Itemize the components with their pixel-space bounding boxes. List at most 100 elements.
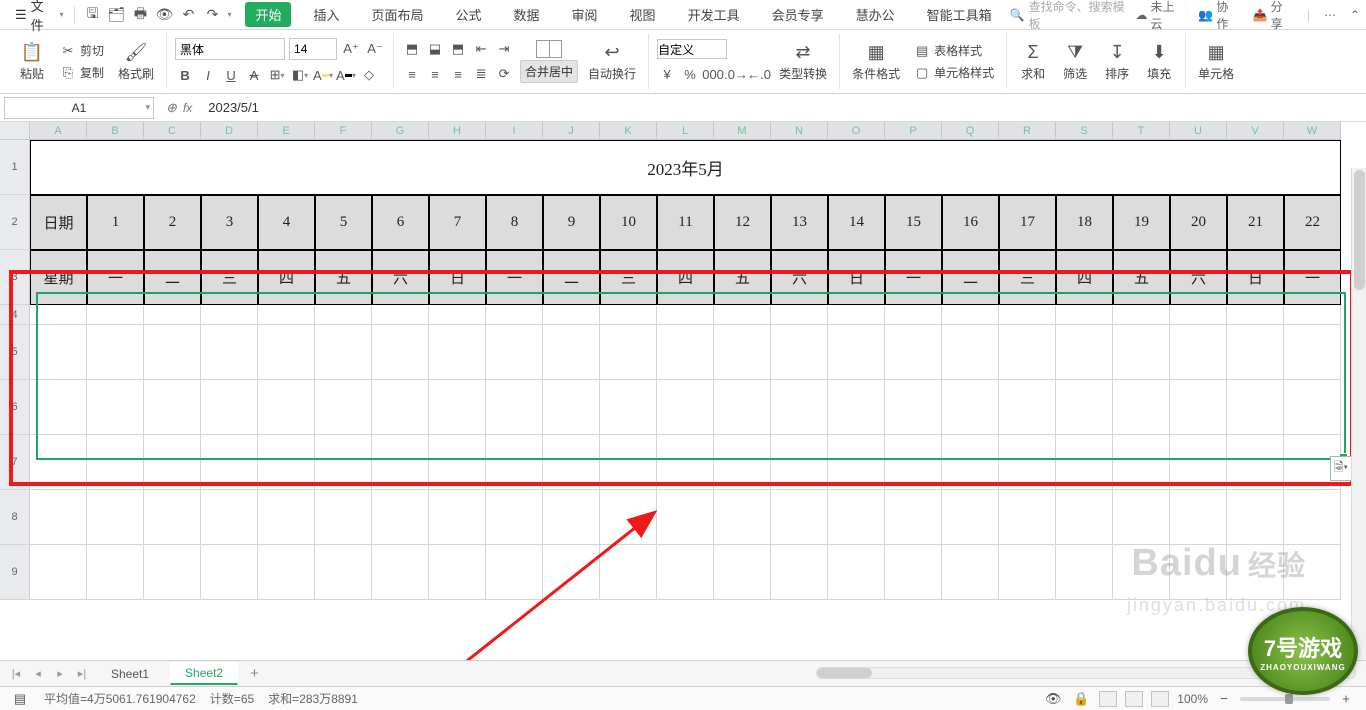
row-header[interactable]: 4: [0, 305, 30, 325]
cell[interactable]: 五: [315, 250, 372, 305]
cell[interactable]: 15: [885, 195, 942, 250]
cell[interactable]: [942, 305, 999, 325]
cell[interactable]: [828, 435, 885, 490]
cell[interactable]: 19: [1113, 195, 1170, 250]
cell[interactable]: [657, 490, 714, 545]
cell[interactable]: [486, 545, 543, 600]
cell[interactable]: [372, 380, 429, 435]
cell[interactable]: [258, 545, 315, 600]
cell[interactable]: 3: [201, 195, 258, 250]
wrap-text-button[interactable]: ↩自动换行: [584, 40, 640, 84]
cell[interactable]: [429, 490, 486, 545]
row-header[interactable]: 8: [0, 490, 30, 545]
tab-smarttools[interactable]: 智能工具箱: [917, 1, 1002, 28]
cell[interactable]: 二: [942, 250, 999, 305]
cell[interactable]: [1056, 545, 1113, 600]
cell[interactable]: [828, 490, 885, 545]
cell[interactable]: [1284, 325, 1341, 380]
cell[interactable]: [600, 305, 657, 325]
share-button[interactable]: 📤分享: [1253, 0, 1293, 32]
cell[interactable]: [372, 545, 429, 600]
align-bottom-icon[interactable]: ⬒: [448, 39, 468, 59]
column-header[interactable]: W: [1284, 122, 1341, 140]
cell[interactable]: 16: [942, 195, 999, 250]
indent-decrease-icon[interactable]: ⇤: [471, 39, 491, 59]
cell[interactable]: [201, 325, 258, 380]
view-pagelayout-icon[interactable]: [1125, 691, 1143, 707]
align-right-icon[interactable]: ≡: [448, 64, 468, 84]
cell[interactable]: [201, 435, 258, 490]
percent-icon[interactable]: %: [680, 64, 700, 84]
cell[interactable]: [1113, 435, 1170, 490]
cell[interactable]: [771, 380, 828, 435]
sum-button[interactable]: Σ求和: [1015, 40, 1051, 84]
cell[interactable]: [315, 380, 372, 435]
cell[interactable]: [30, 545, 87, 600]
cell[interactable]: [486, 325, 543, 380]
cell[interactable]: [30, 435, 87, 490]
sheet-tab-1[interactable]: Sheet1: [96, 663, 164, 685]
command-search[interactable]: 🔍 查找命令、搜索模板: [1010, 0, 1134, 32]
cell[interactable]: [30, 325, 87, 380]
strikethrough-icon[interactable]: A: [244, 65, 264, 85]
cell[interactable]: [429, 545, 486, 600]
cell[interactable]: 20: [1170, 195, 1227, 250]
fill-button[interactable]: ⬇填充: [1141, 40, 1177, 84]
distribute-icon[interactable]: ≣: [471, 64, 491, 84]
cloud-button[interactable]: ☁未上云: [1136, 0, 1185, 32]
row-header[interactable]: 5: [0, 325, 30, 380]
coop-button[interactable]: 👥协作: [1198, 0, 1238, 32]
cell[interactable]: 三: [201, 250, 258, 305]
align-middle-icon[interactable]: ⬓: [425, 39, 445, 59]
cell[interactable]: 六: [372, 250, 429, 305]
cell[interactable]: 6: [372, 195, 429, 250]
cell[interactable]: [144, 545, 201, 600]
decrease-font-icon[interactable]: A⁻: [365, 39, 385, 59]
cell[interactable]: 8: [486, 195, 543, 250]
cell[interactable]: [1113, 380, 1170, 435]
column-header[interactable]: R: [999, 122, 1056, 140]
cell[interactable]: [1284, 305, 1341, 325]
cell[interactable]: [372, 305, 429, 325]
cell[interactable]: [999, 435, 1056, 490]
cell[interactable]: [657, 380, 714, 435]
cell[interactable]: [201, 380, 258, 435]
cell[interactable]: [429, 380, 486, 435]
column-header[interactable]: T: [1113, 122, 1170, 140]
cell[interactable]: [771, 435, 828, 490]
row-header[interactable]: 2: [0, 195, 30, 250]
status-menu-icon[interactable]: ▤: [10, 689, 30, 709]
cell[interactable]: [771, 325, 828, 380]
cell[interactable]: [429, 435, 486, 490]
cell[interactable]: [1227, 305, 1284, 325]
cell[interactable]: [657, 305, 714, 325]
cell[interactable]: 一: [87, 250, 144, 305]
font-color-icon[interactable]: A▾: [336, 65, 356, 85]
indent-increase-icon[interactable]: ⇥: [494, 39, 514, 59]
cell[interactable]: [1170, 380, 1227, 435]
cell[interactable]: [30, 490, 87, 545]
align-center-icon[interactable]: ≡: [425, 64, 445, 84]
cells-button[interactable]: ▦单元格: [1194, 40, 1238, 84]
cell[interactable]: [315, 435, 372, 490]
clear-format-icon[interactable]: ◇: [359, 65, 379, 85]
cell[interactable]: [1227, 325, 1284, 380]
cell-style-button[interactable]: ▢单元格样式: [910, 63, 998, 82]
border-icon[interactable]: ⊞▾: [267, 65, 287, 85]
cell[interactable]: 三: [999, 250, 1056, 305]
cell[interactable]: [1284, 490, 1341, 545]
cell[interactable]: [1056, 490, 1113, 545]
cell[interactable]: [1170, 490, 1227, 545]
column-header[interactable]: B: [87, 122, 144, 140]
cell[interactable]: [999, 380, 1056, 435]
formula-bar[interactable]: 2023/5/1: [200, 100, 1366, 115]
cell[interactable]: [999, 545, 1056, 600]
cell[interactable]: [885, 305, 942, 325]
cell[interactable]: 四: [1056, 250, 1113, 305]
column-header[interactable]: P: [885, 122, 942, 140]
cell[interactable]: [543, 545, 600, 600]
cell[interactable]: [942, 545, 999, 600]
cell[interactable]: 日: [828, 250, 885, 305]
cell[interactable]: [1113, 305, 1170, 325]
zoom-in-icon[interactable]: +: [1336, 689, 1356, 709]
